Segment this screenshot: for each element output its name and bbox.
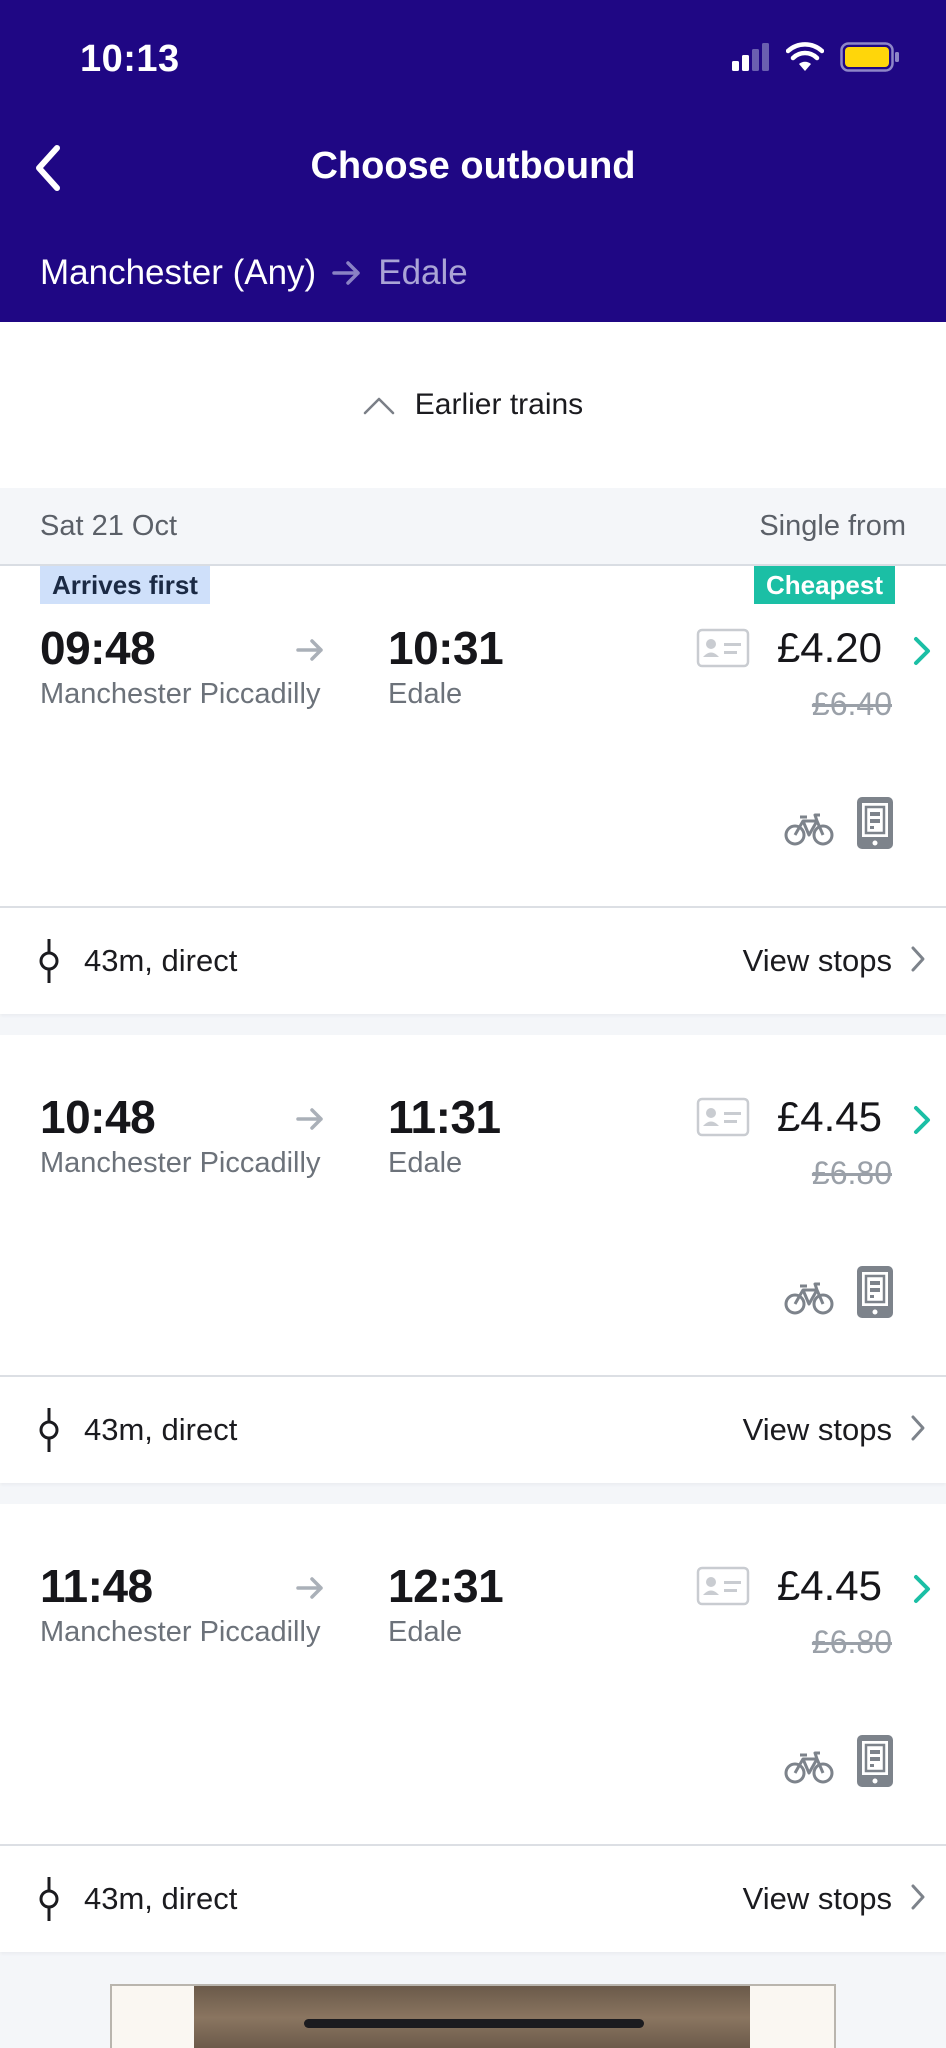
departure-station: Manchester Piccadilly xyxy=(40,1147,321,1179)
app-header: 10:13 Choose outbound Manchester (Any) E… xyxy=(0,0,946,322)
journey-duration: 43m, direct xyxy=(84,1881,238,1916)
railcard-icon xyxy=(696,1097,750,1142)
arrow-right-icon xyxy=(332,260,362,286)
journey-duration: 43m, direct xyxy=(84,943,238,978)
arrow-right-icon xyxy=(296,1576,326,1605)
journey-footer: 43m, direct View stops xyxy=(0,906,946,1014)
chevron-right-icon xyxy=(912,1574,932,1609)
bike-icon xyxy=(784,1280,834,1321)
route-summary: Manchester (Any) Edale xyxy=(40,253,468,293)
ticket-price: £4.20 xyxy=(776,624,882,671)
stop-marker-icon xyxy=(36,1877,62,1921)
advert-image xyxy=(194,1986,750,2048)
journey-card: 11:48 12:31 Manchester Piccadilly Edale … xyxy=(0,1504,946,1952)
departure-time: 10:48 xyxy=(40,1091,156,1143)
arrow-right-icon xyxy=(296,1107,326,1136)
railcard-icon xyxy=(696,1566,750,1611)
chevron-right-icon[interactable] xyxy=(908,944,928,979)
bike-icon xyxy=(784,1749,834,1790)
stop-marker-icon xyxy=(36,939,62,983)
mobile-ticket-icon xyxy=(856,1734,894,1793)
stop-marker-icon xyxy=(36,1408,62,1452)
bike-icon xyxy=(784,811,834,852)
railcard-icon xyxy=(696,628,750,673)
journey-summary[interactable]: 10:48 11:31 Manchester Piccadilly Edale … xyxy=(0,1035,946,1375)
route-destination: Edale xyxy=(378,253,468,292)
original-price: £6.40 xyxy=(811,686,892,722)
earlier-trains-button[interactable]: Earlier trains xyxy=(0,322,946,488)
journey-duration: 43m, direct xyxy=(84,1412,238,1447)
mobile-ticket-icon xyxy=(856,1265,894,1324)
advert-banner[interactable] xyxy=(110,1984,836,2048)
view-stops-link[interactable]: View stops xyxy=(743,1412,892,1448)
wifi-icon xyxy=(785,42,825,77)
view-stops-link[interactable]: View stops xyxy=(743,1881,892,1917)
home-indicator[interactable] xyxy=(304,2019,644,2028)
chevron-right-icon xyxy=(912,636,932,671)
ticket-price: £4.45 xyxy=(776,1093,882,1140)
departure-station: Manchester Piccadilly xyxy=(40,1616,321,1648)
price-column-label: Single from xyxy=(759,509,906,542)
arrival-station: Edale xyxy=(388,678,463,710)
view-stops-link[interactable]: View stops xyxy=(743,943,892,979)
original-price: £6.80 xyxy=(811,1155,892,1191)
journey-summary[interactable]: Arrives first Cheapest 09:48 10:31 Manch… xyxy=(0,566,946,906)
battery-icon xyxy=(840,42,900,77)
journey-summary[interactable]: 11:48 12:31 Manchester Piccadilly Edale … xyxy=(0,1504,946,1844)
route-origin: Manchester (Any) xyxy=(40,253,317,292)
journey-footer: 43m, direct View stops xyxy=(0,1375,946,1483)
departure-time: 11:48 xyxy=(40,1560,153,1612)
chevron-right-icon[interactable] xyxy=(908,1413,928,1448)
signal-icon xyxy=(732,43,770,76)
arrival-station: Edale xyxy=(388,1147,463,1179)
departure-time: 09:48 xyxy=(40,622,156,674)
original-price: £6.80 xyxy=(811,1624,892,1660)
journey-card: 10:48 11:31 Manchester Piccadilly Edale … xyxy=(0,1035,946,1483)
journey-card: Arrives first Cheapest 09:48 10:31 Manch… xyxy=(0,566,946,1014)
chevron-right-icon xyxy=(912,1105,932,1140)
arrival-time: 12:31 xyxy=(388,1560,504,1612)
arrival-time: 10:31 xyxy=(388,622,504,674)
status-time: 10:13 xyxy=(80,38,180,80)
chevron-up-icon xyxy=(363,397,395,415)
journey-date: Sat 21 Oct xyxy=(40,509,178,542)
mobile-ticket-icon xyxy=(856,796,894,855)
arrow-right-icon xyxy=(296,638,326,667)
page-title: Choose outbound xyxy=(310,145,636,187)
arrival-station: Edale xyxy=(388,1616,463,1648)
departure-station: Manchester Piccadilly xyxy=(40,678,321,710)
cheapest-badge: Cheapest xyxy=(753,566,895,604)
journey-footer: 43m, direct View stops xyxy=(0,1844,946,1952)
date-header: Sat 21 Oct Single from xyxy=(0,488,946,566)
arrival-time: 11:31 xyxy=(388,1091,501,1143)
earlier-trains-label: Earlier trains xyxy=(414,388,584,421)
ticket-price: £4.45 xyxy=(776,1562,882,1609)
status-bar: 10:13 xyxy=(0,0,946,120)
chevron-right-icon[interactable] xyxy=(908,1882,928,1917)
arrives-first-badge: Arrives first xyxy=(40,566,210,604)
status-icons xyxy=(732,42,900,77)
